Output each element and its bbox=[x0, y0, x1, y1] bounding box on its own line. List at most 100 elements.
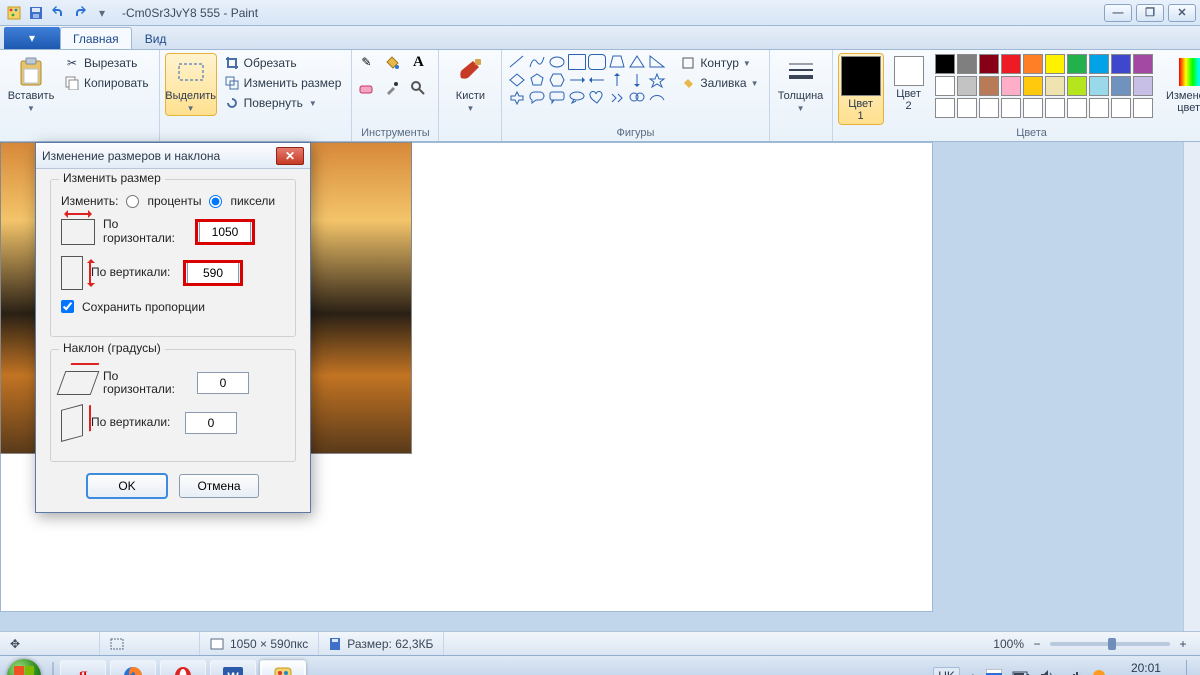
save-button[interactable] bbox=[26, 3, 46, 23]
volume-icon[interactable] bbox=[1040, 669, 1056, 675]
tab-view[interactable]: Вид bbox=[132, 27, 180, 49]
horiz-input[interactable] bbox=[199, 221, 251, 243]
windows-orb-icon bbox=[7, 659, 41, 675]
color-swatch-empty[interactable] bbox=[935, 98, 955, 118]
palette-row1[interactable] bbox=[935, 54, 1153, 74]
battery-icon[interactable] bbox=[1012, 670, 1030, 675]
keep-ratio-checkbox[interactable] bbox=[61, 300, 74, 313]
select-button[interactable]: Выделить ▼ bbox=[166, 54, 216, 115]
color-swatch[interactable] bbox=[1133, 76, 1153, 96]
task-firefox[interactable] bbox=[110, 660, 156, 675]
edit-colors-button[interactable]: Изменение цветов bbox=[1165, 54, 1200, 116]
pencil-tool[interactable]: ✎ bbox=[358, 54, 374, 70]
color-swatch[interactable] bbox=[1023, 54, 1043, 74]
start-button[interactable] bbox=[0, 656, 48, 675]
color-swatch[interactable] bbox=[935, 54, 955, 74]
color1-button[interactable]: Цвет 1 bbox=[839, 54, 883, 124]
color-swatch-empty[interactable] bbox=[1023, 98, 1043, 118]
tray-up-icon[interactable]: ▴ bbox=[970, 669, 976, 675]
color-swatch[interactable] bbox=[1001, 76, 1021, 96]
wifi-icon[interactable] bbox=[1066, 669, 1082, 675]
maximize-button[interactable]: ❐ bbox=[1136, 4, 1164, 22]
skew-v-input[interactable] bbox=[185, 412, 237, 434]
size-button[interactable]: Толщина ▼ bbox=[776, 54, 826, 115]
file-menu-button[interactable]: ▾ bbox=[4, 27, 60, 49]
color-swatch[interactable] bbox=[1067, 76, 1087, 96]
copy-button[interactable]: Копировать bbox=[60, 74, 153, 92]
close-button[interactable]: ✕ bbox=[1168, 4, 1196, 22]
color-swatch[interactable] bbox=[1089, 76, 1109, 96]
zoom-in-button[interactable]: + bbox=[1176, 637, 1190, 651]
tab-main[interactable]: Главная bbox=[60, 27, 132, 49]
skew-h-input[interactable] bbox=[197, 372, 249, 394]
work-area: Изменение размеров и наклона ✕ Изменить … bbox=[0, 142, 1200, 631]
color-swatch[interactable] bbox=[957, 54, 977, 74]
flag-icon[interactable] bbox=[986, 669, 1002, 675]
dialog-titlebar[interactable]: Изменение размеров и наклона ✕ bbox=[36, 143, 310, 169]
rotate-button[interactable]: Повернуть▼ bbox=[220, 94, 346, 112]
color-swatch[interactable] bbox=[1023, 76, 1043, 96]
color-swatch[interactable] bbox=[1001, 54, 1021, 74]
color-swatch[interactable] bbox=[1089, 54, 1109, 74]
radio-pixels[interactable] bbox=[209, 195, 222, 208]
shapes-gallery[interactable] bbox=[508, 54, 666, 106]
undo-button[interactable] bbox=[48, 3, 68, 23]
zoom-out-button[interactable]: − bbox=[1030, 637, 1044, 651]
palette-row3[interactable] bbox=[935, 98, 1153, 118]
color-swatch-empty[interactable] bbox=[1067, 98, 1087, 118]
color-swatch-empty[interactable] bbox=[1111, 98, 1131, 118]
percent-label: проценты bbox=[147, 194, 201, 208]
color-swatch[interactable] bbox=[1133, 54, 1153, 74]
brushes-button[interactable]: Кисти ▼ bbox=[445, 54, 495, 115]
paint-icon bbox=[4, 3, 24, 23]
scrollbar-vertical[interactable] bbox=[1183, 142, 1200, 631]
color-swatch[interactable] bbox=[1045, 54, 1065, 74]
color-swatch[interactable] bbox=[1111, 76, 1131, 96]
minimize-button[interactable]: — bbox=[1104, 4, 1132, 22]
picker-tool[interactable] bbox=[384, 80, 400, 96]
radio-percent[interactable] bbox=[126, 195, 139, 208]
color-swatch-empty[interactable] bbox=[1045, 98, 1065, 118]
vert-input[interactable] bbox=[187, 262, 239, 284]
task-paint[interactable] bbox=[260, 660, 306, 675]
dialog-close-button[interactable]: ✕ bbox=[276, 147, 304, 165]
color-swatch-empty[interactable] bbox=[1089, 98, 1109, 118]
color-swatch[interactable] bbox=[935, 76, 955, 96]
color-swatch-empty[interactable] bbox=[1001, 98, 1021, 118]
language-indicator[interactable]: UK bbox=[933, 667, 960, 675]
eraser-tool[interactable] bbox=[358, 80, 374, 96]
color-swatch-empty[interactable] bbox=[979, 98, 999, 118]
colors-label: Цвета bbox=[839, 126, 1200, 141]
text-tool[interactable]: A bbox=[410, 54, 426, 70]
color-swatch[interactable] bbox=[957, 76, 977, 96]
color-swatch-empty[interactable] bbox=[957, 98, 977, 118]
task-opera[interactable] bbox=[160, 660, 206, 675]
show-desktop-button[interactable] bbox=[1186, 660, 1194, 675]
qat-customize[interactable]: ▾ bbox=[92, 3, 112, 23]
redo-button[interactable] bbox=[70, 3, 90, 23]
color-swatch[interactable] bbox=[979, 54, 999, 74]
zoom-slider[interactable] bbox=[1050, 642, 1170, 646]
window-title: -Cm0Sr3JvY8 555 - Paint bbox=[122, 6, 258, 20]
color-swatch[interactable] bbox=[979, 76, 999, 96]
color-swatch[interactable] bbox=[1067, 54, 1087, 74]
palette-row2[interactable] bbox=[935, 76, 1153, 96]
clock[interactable]: 20:01 16.10.2016 bbox=[1116, 661, 1176, 675]
crop-button[interactable]: Обрезать bbox=[220, 54, 346, 72]
resize-button[interactable]: Изменить размер bbox=[220, 74, 346, 92]
cut-button[interactable]: ✂Вырезать bbox=[60, 54, 153, 72]
zoom-tool[interactable] bbox=[410, 80, 426, 96]
color-swatch[interactable] bbox=[1111, 54, 1131, 74]
fill-tool[interactable] bbox=[384, 54, 400, 70]
task-word[interactable]: W bbox=[210, 660, 256, 675]
action-icon[interactable] bbox=[1092, 669, 1106, 675]
fill-button[interactable]: Заливка▼ bbox=[676, 74, 762, 92]
task-yandex[interactable]: Я bbox=[60, 660, 106, 675]
cancel-button[interactable]: Отмена bbox=[179, 474, 259, 498]
ok-button[interactable]: OK bbox=[87, 474, 167, 498]
color-swatch[interactable] bbox=[1045, 76, 1065, 96]
color2-button[interactable]: Цвет 2 bbox=[887, 54, 931, 114]
outline-button[interactable]: Контур▼ bbox=[676, 54, 762, 72]
paste-button[interactable]: Вставить ▼ bbox=[6, 54, 56, 115]
color-swatch-empty[interactable] bbox=[1133, 98, 1153, 118]
